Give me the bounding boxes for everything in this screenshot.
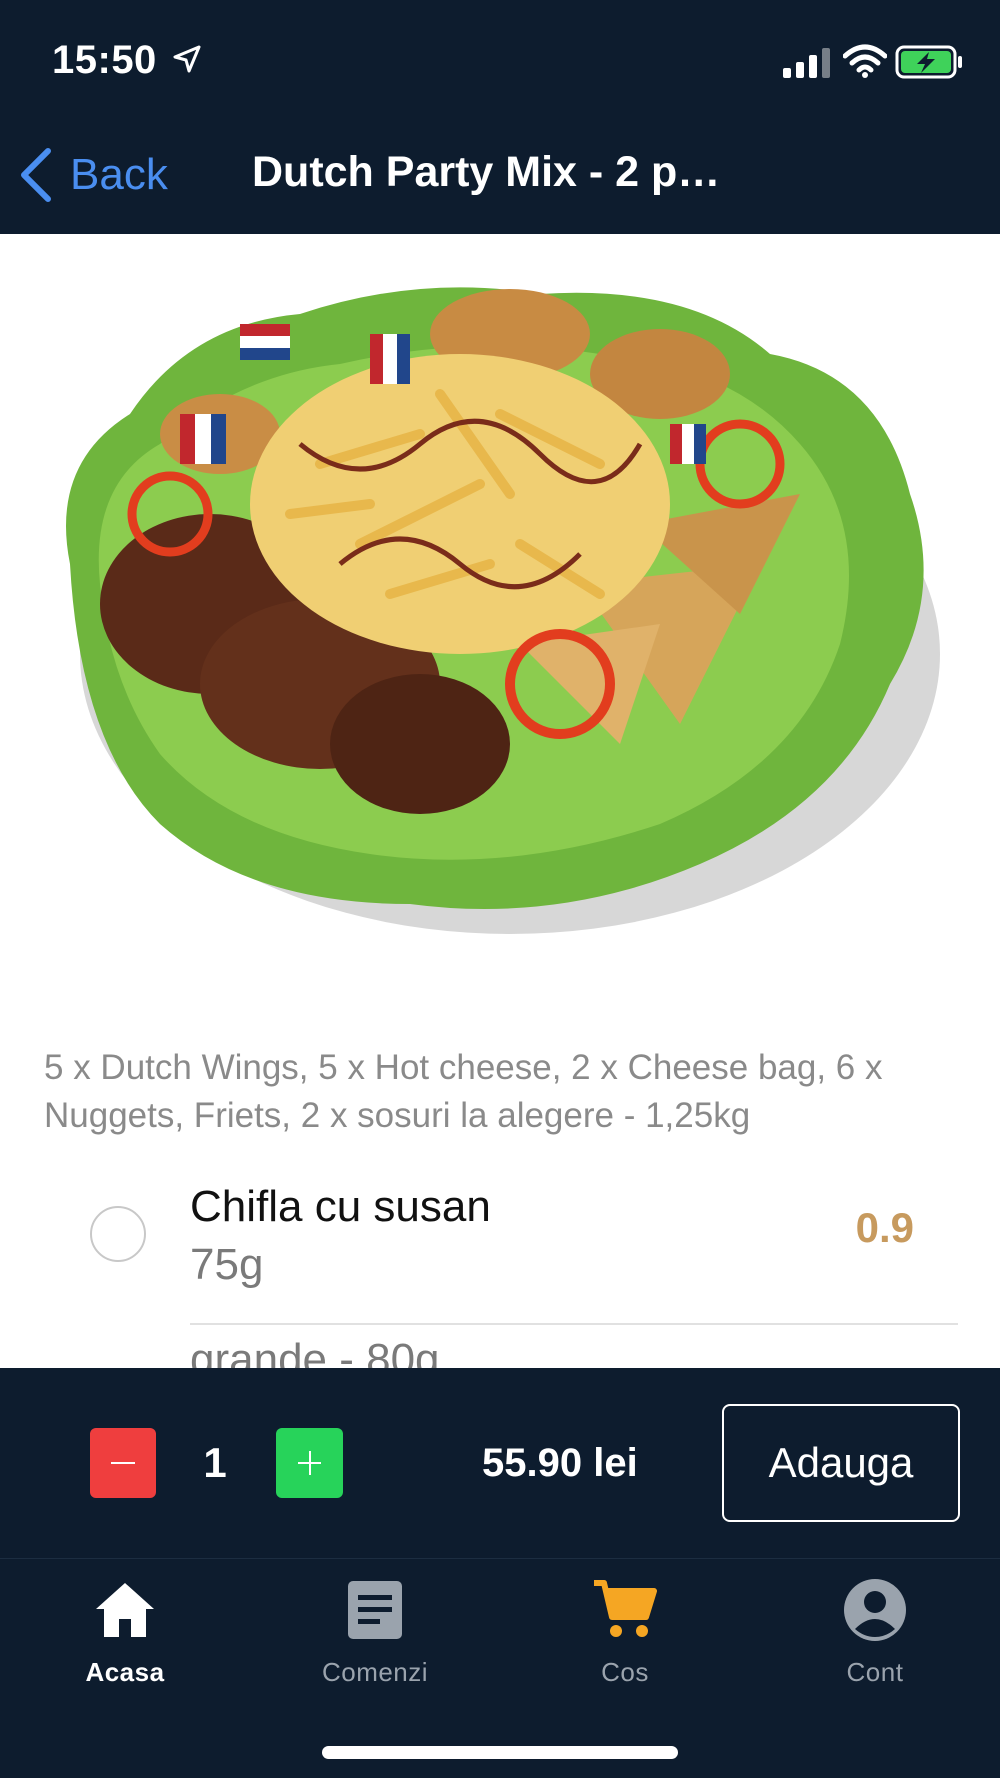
location-arrow-icon (173, 45, 201, 73)
tab-acasa[interactable]: Acasa (0, 1559, 250, 1699)
option-radio[interactable] (90, 1206, 146, 1262)
page-title: Dutch Party Mix - 2 p… (252, 148, 721, 196)
tab-bar: Acasa Comenzi Cos Cont (0, 1558, 1000, 1778)
cart-icon (594, 1580, 657, 1637)
wifi-icon (843, 44, 887, 78)
tab-cont[interactable]: Cont (750, 1559, 1000, 1699)
back-label: Back (70, 150, 168, 199)
chevron-left-icon (21, 148, 51, 202)
tab-label: Comenzi (321, 1657, 429, 1687)
tab-label: Acasa (85, 1657, 165, 1687)
account-icon (844, 1579, 906, 1641)
quantity-value: 1 (203, 1439, 227, 1486)
option-weight: 75g (190, 1240, 264, 1289)
total-price: 55.90 lei (482, 1441, 638, 1485)
cellular-signal-icon (783, 48, 830, 78)
back-button[interactable]: Back (18, 140, 168, 210)
battery-charging-icon (895, 45, 962, 79)
next-option-weight: grande - 80g (190, 1335, 440, 1369)
status-time: 15:50 (52, 38, 157, 82)
status-bar: 15:50 (0, 0, 1000, 118)
product-detail-screen: 15:50 Back Dutch Party Mix - 2 p… 5 x Du… (0, 0, 1000, 1778)
option-price: 0.9 (855, 1204, 914, 1251)
product-description: 5 x Dutch Wings, 5 x Hot cheese, 2 x Che… (44, 1048, 883, 1135)
option-name: Chifla cu susan (190, 1182, 491, 1231)
home-indicator[interactable] (322, 1746, 678, 1759)
decrease-quantity-button[interactable] (90, 1428, 156, 1498)
product-photo (66, 287, 940, 934)
navigation-bar: Back Dutch Party Mix - 2 p… (0, 118, 1000, 234)
tab-cos[interactable]: Cos (500, 1559, 750, 1699)
increase-quantity-button[interactable] (276, 1428, 343, 1498)
divider (190, 1323, 958, 1325)
option-row-chifla-cu-susan[interactable]: Chifla cu susan 75g 0.9 (0, 1174, 1000, 1324)
add-to-cart-button[interactable]: Adauga (722, 1404, 960, 1522)
tab-comenzi[interactable]: Comenzi (250, 1559, 500, 1699)
tab-label: Cont (846, 1657, 904, 1687)
home-icon (96, 1583, 154, 1637)
tab-label: Cos (601, 1657, 649, 1687)
orders-document-icon (348, 1581, 402, 1639)
product-content[interactable]: 5 x Dutch Wings, 5 x Hot cheese, 2 x Che… (0, 234, 1000, 1368)
add-to-cart-bar: 1 55.90 lei Adauga (0, 1368, 1000, 1558)
